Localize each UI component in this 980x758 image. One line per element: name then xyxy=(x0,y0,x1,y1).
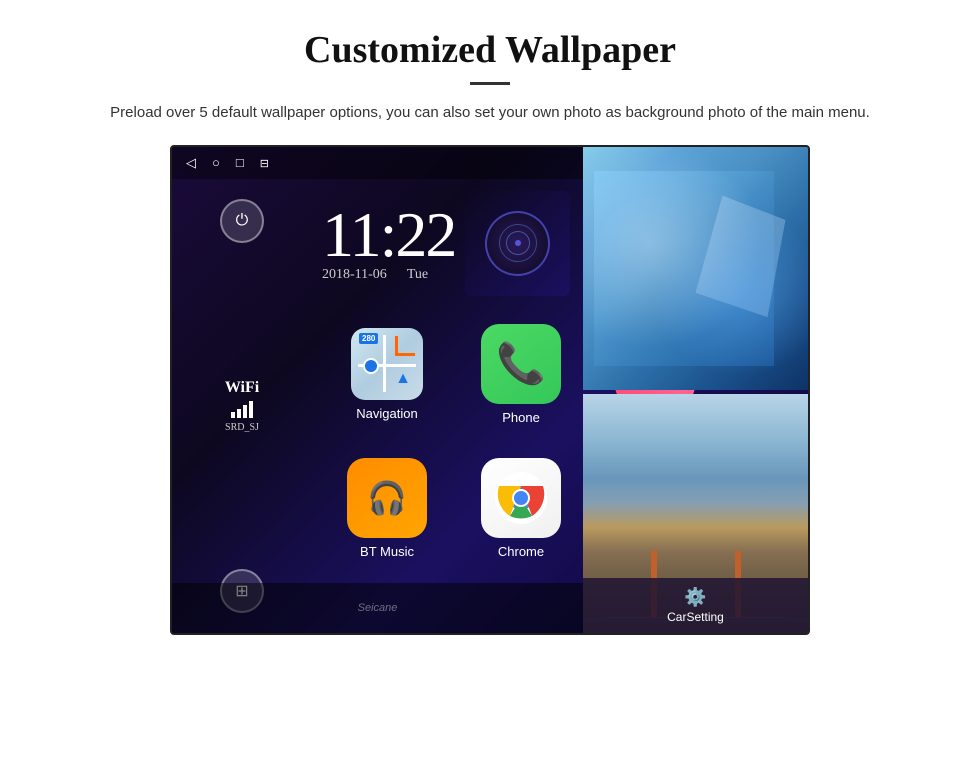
btmusic-label: BT Music xyxy=(360,544,414,559)
wallpaper-panels xyxy=(583,147,808,635)
watermark: Seicane xyxy=(358,602,398,614)
carsetting-icon: ⚙️ xyxy=(684,587,706,608)
clock-time: 11:22 xyxy=(322,203,455,267)
app-phone[interactable]: 📞 Phone xyxy=(456,309,586,439)
title-divider xyxy=(470,82,510,85)
chrome-svg xyxy=(495,472,547,524)
wifi-ssid: SRD_SJ xyxy=(225,422,259,433)
btmusic-icon: 🎧 xyxy=(347,458,427,538)
wifi-info: WiFi SRD_SJ xyxy=(225,379,259,433)
media-dot xyxy=(515,240,521,246)
header-section: Customized Wallpaper Preload over 5 defa… xyxy=(0,0,980,125)
carsetting-label: CarSetting xyxy=(667,610,724,624)
media-widget xyxy=(465,191,570,296)
road-vertical xyxy=(383,335,386,393)
wifi-bar-1 xyxy=(231,412,235,418)
clock-display: 11:22 2018-11-06 Tue xyxy=(322,203,455,283)
page-description: Preload over 5 default wallpaper options… xyxy=(100,101,880,125)
map-location-dot xyxy=(363,358,379,374)
date-value: 2018-11-06 xyxy=(322,267,387,283)
ice-shape-1 xyxy=(696,196,786,318)
ice-shapes xyxy=(583,147,808,390)
bluetooth-emoji: 🎧 xyxy=(367,479,407,517)
wifi-bar-4 xyxy=(249,401,253,418)
wifi-bars xyxy=(225,401,259,418)
bottom-bar: Seicane xyxy=(172,583,583,633)
wifi-bar-2 xyxy=(237,409,241,418)
left-sidebar: ⏻ WiFi SRD_SJ ⊞ xyxy=(172,179,312,633)
map-280-badge: 280 xyxy=(359,333,378,344)
power-icon: ⏻ xyxy=(236,212,249,230)
camera-icon[interactable]: ⊟ xyxy=(260,157,269,170)
media-inner xyxy=(498,223,538,263)
android-screen: ◁ ○ □ ⊟ ◆ ▼ 11:22 ⏻ WiFi xyxy=(170,145,810,635)
phone-emoji: 📞 xyxy=(496,340,546,387)
app-chrome[interactable]: Chrome xyxy=(456,443,586,573)
media-ring xyxy=(485,211,550,276)
phone-icon: 📞 xyxy=(481,324,561,404)
home-icon[interactable]: ○ xyxy=(212,155,220,171)
app-btmusic[interactable]: 🎧 BT Music xyxy=(322,443,452,573)
screenshot-section: ◁ ○ □ ⊟ ◆ ▼ 11:22 ⏻ WiFi xyxy=(60,145,920,675)
page-container: Customized Wallpaper Preload over 5 defa… xyxy=(0,0,980,758)
app-navigation[interactable]: 280 ▲ Navigation xyxy=(322,309,452,439)
phone-label: Phone xyxy=(502,410,540,425)
page-title: Customized Wallpaper xyxy=(80,28,900,72)
ice-texture xyxy=(594,171,774,365)
recents-icon[interactable]: □ xyxy=(236,155,244,171)
carsetting-area[interactable]: ⚙️ CarSetting xyxy=(583,578,808,633)
navigation-label: Navigation xyxy=(356,406,417,421)
navigation-icon: 280 ▲ xyxy=(351,328,423,400)
nav-buttons: ◁ ○ □ ⊟ xyxy=(186,155,269,171)
back-icon[interactable]: ◁ xyxy=(186,155,196,171)
wallpaper-top xyxy=(583,147,808,390)
day-value: Tue xyxy=(407,267,428,283)
map-pin-icon: ▲ xyxy=(395,370,411,388)
map-route xyxy=(395,336,415,356)
chrome-icon xyxy=(481,458,561,538)
power-button[interactable]: ⏻ xyxy=(220,199,264,243)
chrome-label: Chrome xyxy=(498,544,544,559)
wifi-bar-3 xyxy=(243,405,247,418)
wifi-label: WiFi xyxy=(225,379,259,397)
